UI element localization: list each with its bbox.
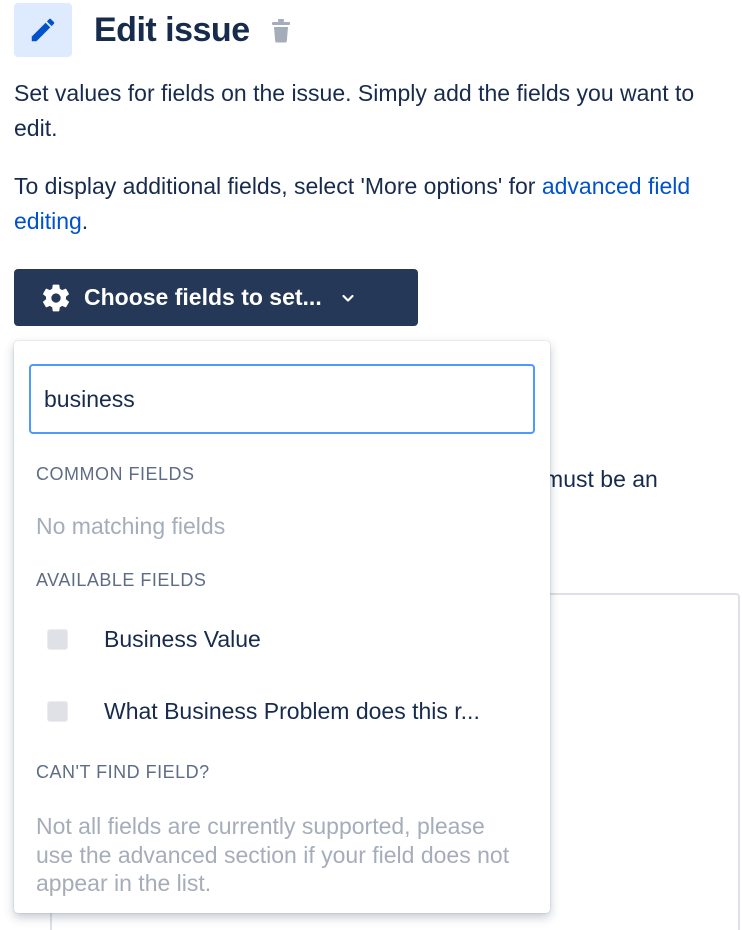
- choose-fields-label: Choose fields to set...: [84, 284, 322, 310]
- edit-issue-page: Edit issue Set values for fields on the …: [0, 0, 742, 930]
- advanced-suffix: .: [81, 208, 89, 234]
- fields-dropdown: COMMON FIELDS No matching fields AVAILAB…: [14, 341, 550, 913]
- common-fields-header: COMMON FIELDS: [36, 464, 195, 484]
- no-matching-fields: No matching fields: [36, 513, 226, 539]
- description-text: Set values for fields on the issue. Simp…: [14, 80, 695, 141]
- field-search-input[interactable]: [29, 364, 535, 434]
- advanced-editing-text: To display additional fields, select 'Mo…: [14, 169, 738, 239]
- cant-find-field-header: CAN'T FIND FIELD?: [36, 762, 210, 782]
- gear-icon: [40, 282, 72, 314]
- choose-fields-button[interactable]: Choose fields to set...: [14, 269, 418, 326]
- checkbox[interactable]: [47, 700, 68, 722]
- field-option-label: Business Value: [104, 625, 261, 652]
- unsupported-fields-help: Not all fields are currently supported, …: [36, 813, 510, 896]
- checkbox[interactable]: [47, 628, 68, 650]
- header: Edit issue: [14, 2, 292, 58]
- page-title: Edit issue: [94, 10, 250, 49]
- pencil-icon: [14, 3, 72, 57]
- chevron-down-icon: [340, 290, 356, 306]
- field-option-business-problem[interactable]: What Business Problem does this r...: [14, 681, 550, 741]
- available-fields-header: AVAILABLE FIELDS: [36, 570, 207, 590]
- advanced-prefix: To display additional fields, select 'Mo…: [14, 173, 542, 199]
- trash-icon[interactable]: [270, 19, 292, 43]
- field-option-business-value[interactable]: Business Value: [14, 609, 550, 669]
- field-option-label: What Business Problem does this r...: [104, 697, 480, 724]
